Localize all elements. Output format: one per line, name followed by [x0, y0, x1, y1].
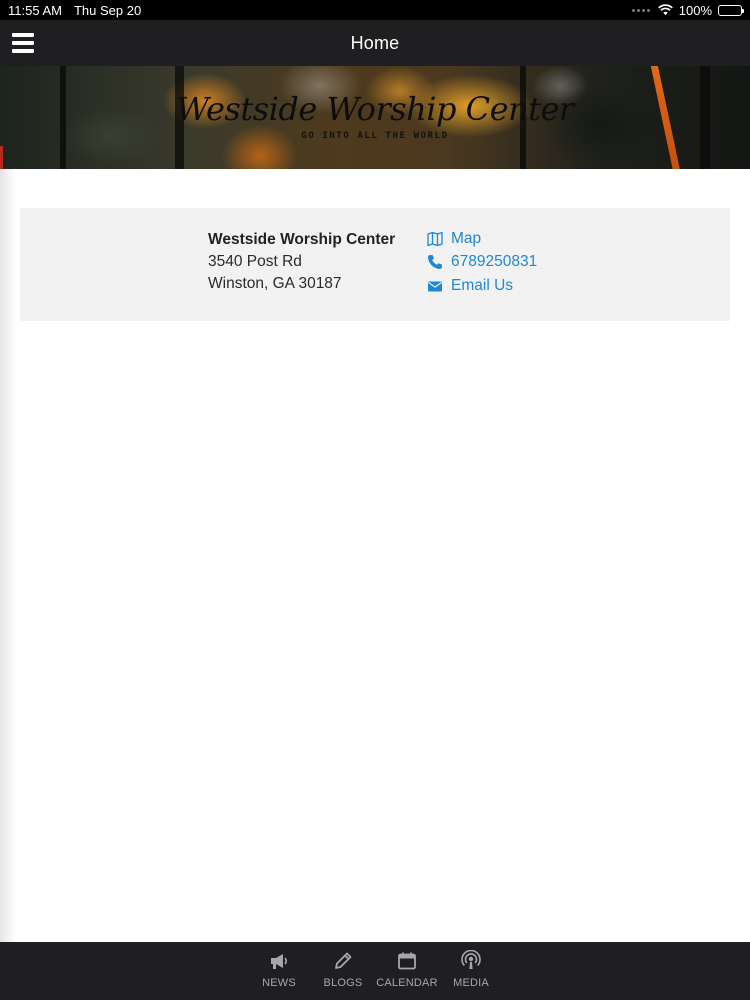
- map-link-label: Map: [451, 229, 482, 247]
- navigation-bar: Home: [0, 20, 750, 66]
- calendar-icon: [398, 952, 416, 970]
- phone-icon: [428, 255, 442, 270]
- header-banner: Westside Worship Center GO INTO ALL THE …: [0, 66, 750, 169]
- hamburger-icon[interactable]: [12, 33, 34, 53]
- status-bar: 11:55 AM Thu Sep 20 100%: [0, 0, 750, 20]
- tab-media[interactable]: MEDIA: [440, 942, 502, 1000]
- status-date: Thu Sep 20: [73, 2, 142, 18]
- phone-link-label: 6789250831: [451, 253, 538, 271]
- contact-links: Map 6789250831 Email Us: [427, 227, 537, 298]
- banner-edge-accent: [0, 146, 3, 169]
- tab-calendar-label: CALENDAR: [376, 977, 438, 989]
- tab-media-label: MEDIA: [453, 977, 489, 989]
- address-line-1: 3540 Post Rd: [208, 253, 302, 270]
- phone-link[interactable]: 6789250831: [427, 251, 537, 275]
- podcast-icon: [461, 950, 481, 969]
- tab-calendar[interactable]: CALENDAR: [376, 942, 438, 1000]
- email-link[interactable]: Email Us: [427, 274, 537, 298]
- pencil-icon: [335, 952, 352, 969]
- tab-bar: NEWS BLOGS CALENDAR MEDIA: [0, 942, 750, 1000]
- map-link[interactable]: Map: [427, 227, 537, 251]
- tab-blogs-label: BLOGS: [323, 977, 363, 989]
- envelope-icon: [428, 281, 442, 292]
- address-line-2: Winston, GA 30187: [208, 275, 342, 292]
- edge-shadow: [0, 169, 16, 942]
- org-name: Westside Worship Center: [208, 231, 396, 248]
- wifi-icon: [657, 4, 673, 16]
- tab-news[interactable]: NEWS: [248, 942, 310, 1000]
- megaphone-icon: [271, 954, 288, 969]
- banner-title: Westside Worship Center: [176, 90, 574, 128]
- battery-percent: 100%: [678, 2, 712, 18]
- address-block: Westside Worship Center 3540 Post Rd Win…: [208, 229, 395, 295]
- tab-news-label: NEWS: [262, 977, 296, 989]
- banner-subtitle: GO INTO ALL THE WORLD: [301, 131, 449, 141]
- app-screen: 11:55 AM Thu Sep 20 100% Home Westside W…: [0, 0, 750, 1000]
- tab-blogs[interactable]: BLOGS: [312, 942, 374, 1000]
- page-title: Home: [350, 32, 400, 53]
- contact-card: Westside Worship Center 3540 Post Rd Win…: [20, 208, 730, 321]
- status-time: 11:55 AM: [8, 2, 62, 18]
- map-icon: [427, 231, 443, 246]
- battery-icon: [718, 4, 744, 16]
- email-link-label: Email Us: [451, 276, 514, 294]
- cellular-dots-icon: [631, 8, 650, 12]
